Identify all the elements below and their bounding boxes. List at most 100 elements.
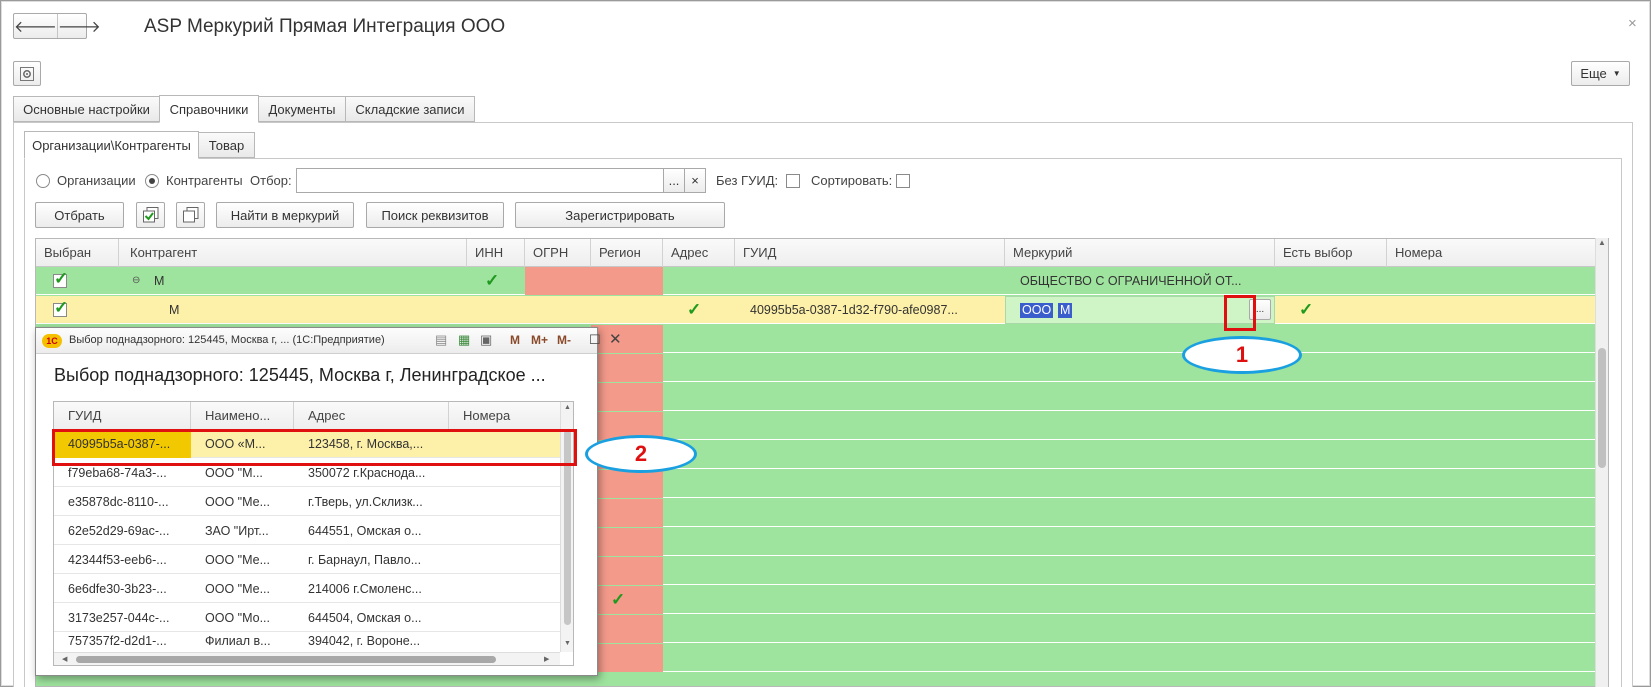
- list-item[interactable]: e35878dc-8110-... ООО "Ме... г.Тверь, ул…: [54, 488, 560, 516]
- settings-button[interactable]: [13, 61, 41, 86]
- prow-guid: 42344f53-eeb6-...: [68, 553, 167, 567]
- tab-directories[interactable]: Справочники: [159, 95, 259, 123]
- collapse-icon[interactable]: ⊖: [132, 267, 140, 295]
- grid-scrollbar[interactable]: ▲: [1595, 238, 1608, 687]
- col-contractor[interactable]: Контрагент: [119, 239, 467, 267]
- filter-clear-icon[interactable]: ×: [684, 168, 706, 193]
- tab-warehouse-records[interactable]: Складские записи: [345, 96, 475, 122]
- row-mercury: ОБЩЕСТВО С ОГРАНИЧЕННОЙ ОТ...: [1020, 274, 1242, 288]
- scroll-up-icon[interactable]: ▲: [564, 404, 571, 411]
- popup-titlebar: 1С Выбор поднадзорного: 125445, Москва г…: [36, 328, 622, 354]
- sort-checkbox[interactable]: [896, 174, 910, 188]
- tab-goods[interactable]: Товар: [198, 132, 255, 158]
- list-item[interactable]: 62e52d29-69ac-... ЗАО "Ирт... 644551, Ом…: [54, 517, 560, 545]
- tab-organizations-contractors[interactable]: Организации\Контрагенты: [24, 131, 199, 159]
- uncheck-all-button[interactable]: [176, 202, 205, 228]
- popup-close-icon[interactable]: ✕: [609, 330, 622, 348]
- address-check-icon: ✓: [687, 300, 702, 319]
- print-icon[interactable]: ▤: [435, 332, 447, 348]
- prow-address: 644551, Омская о...: [308, 524, 422, 538]
- popup-window-title: Выбор поднадзорного: 125445, Москва г, .…: [69, 334, 385, 346]
- no-guid-checkbox[interactable]: [786, 174, 800, 188]
- has-choice-check-icon: ✓: [1299, 300, 1314, 319]
- back-arrow-icon[interactable]: 🡐: [14, 14, 58, 38]
- region-cell: [591, 499, 663, 527]
- check-icon: ✓: [611, 590, 626, 609]
- forward-arrow-icon[interactable]: 🡒: [58, 14, 101, 38]
- prow-name: Филиал в...: [205, 634, 271, 648]
- list-item[interactable]: 6e6dfe30-3b23-... ООО "Ме... 214006 г.См…: [54, 575, 560, 603]
- table-row-selected[interactable]: ✓ М ✓ 40995b5a-0387-1d32-f790-afe0987...…: [36, 296, 1597, 324]
- col-address[interactable]: Адрес: [663, 239, 735, 267]
- prow-guid: 6e6dfe30-3b23-...: [68, 582, 167, 596]
- col-numbers[interactable]: Номера: [1387, 239, 1597, 267]
- prow-name: ООО "Ме...: [205, 495, 271, 509]
- tab-documents[interactable]: Документы: [258, 96, 346, 122]
- radio-organizations[interactable]: [36, 174, 50, 188]
- scroll-down-icon[interactable]: ▼: [564, 640, 571, 647]
- row-checkbox[interactable]: ✓: [53, 298, 68, 317]
- radio-organizations-label: Организации: [57, 173, 136, 188]
- more-button[interactable]: Еще ▼: [1571, 61, 1630, 86]
- row-contractor: М: [169, 303, 180, 317]
- col-mercury[interactable]: Меркурий: [1005, 239, 1275, 267]
- search-requisites-button[interactable]: Поиск реквизитов: [366, 202, 504, 228]
- row-checkbox[interactable]: ✓: [53, 269, 68, 288]
- memory-m-button[interactable]: M: [510, 333, 520, 347]
- gear-icon: [20, 66, 34, 81]
- scroll-thumb[interactable]: [1598, 348, 1606, 468]
- region-cell: [591, 383, 663, 411]
- check-all-button[interactable]: [136, 202, 165, 228]
- filter-choose-button[interactable]: ...: [663, 168, 685, 193]
- scroll-right-icon[interactable]: ▶: [544, 655, 549, 663]
- col-guid[interactable]: ГУИД: [735, 239, 1005, 267]
- pcol-guid[interactable]: ГУИД: [54, 402, 191, 430]
- highlight-box-1: [1224, 295, 1256, 331]
- region-cell: [591, 644, 663, 672]
- maximize-icon[interactable]: ☐: [589, 332, 601, 348]
- select-button[interactable]: Отбрать: [35, 202, 124, 228]
- calculator-icon[interactable]: ▦: [458, 332, 470, 348]
- col-inn[interactable]: ИНН: [467, 239, 525, 267]
- pcol-numbers[interactable]: Номера: [449, 402, 560, 430]
- popup-hscroll-thumb[interactable]: [76, 656, 496, 663]
- grid-header: Выбран Контрагент ИНН ОГРН Регион Адрес …: [36, 239, 1608, 267]
- pcol-address[interactable]: Адрес: [294, 402, 449, 430]
- col-region[interactable]: Регион: [591, 239, 663, 267]
- col-selected[interactable]: Выбран: [36, 239, 119, 267]
- memory-minus-button[interactable]: M-: [557, 333, 571, 347]
- region-cell: [591, 470, 663, 498]
- filter-label: Отбор:: [250, 173, 292, 188]
- pcol-name[interactable]: Наимено...: [191, 402, 294, 430]
- annotation-2: 2: [585, 435, 697, 473]
- col-ogrn[interactable]: ОГРН: [525, 239, 591, 267]
- uncheck-all-icon: [182, 207, 198, 223]
- filter-input[interactable]: [296, 168, 664, 193]
- popup-grid-header: ГУИД Наимено... Адрес Номера: [54, 402, 560, 430]
- list-item[interactable]: 42344f53-eeb6-... ООО "Ме... г. Барнаул,…: [54, 546, 560, 574]
- app-title: ASP Меркурий Прямая Интеграция ООО: [144, 16, 506, 37]
- scroll-up-icon[interactable]: ▲: [1598, 238, 1606, 247]
- tab-main-settings[interactable]: Основные настройки: [13, 96, 160, 122]
- chevron-down-icon: ▼: [1612, 69, 1621, 78]
- table-row[interactable]: ✓ ⊖ М ✓ ОБЩЕСТВО С ОГРАНИЧЕННОЙ ОТ...: [36, 267, 1597, 295]
- scroll-left-icon[interactable]: ◀: [62, 655, 67, 663]
- calendar-icon[interactable]: ▣: [480, 332, 492, 348]
- row-guid: 40995b5a-0387-1d32-f790-afe0987...: [750, 303, 958, 317]
- list-item[interactable]: 757357f2-d2d1-... Филиал в... 394042, г.…: [54, 633, 560, 653]
- col-has-choice[interactable]: Есть выбор: [1275, 239, 1387, 267]
- find-in-mercury-button[interactable]: Найти в меркурий: [216, 202, 354, 228]
- region-cell: [591, 354, 663, 382]
- region-cell: [591, 557, 663, 585]
- memory-plus-button[interactable]: M+: [531, 333, 548, 347]
- prow-guid: e35878dc-8110-...: [68, 495, 169, 509]
- prow-guid: 757357f2-d2d1-...: [68, 634, 167, 648]
- close-icon[interactable]: ×: [1628, 15, 1637, 32]
- annotation-1: 1: [1182, 336, 1302, 374]
- radio-contractors[interactable]: [145, 174, 159, 188]
- popup-hscroll[interactable]: ◀ ▶: [54, 652, 560, 665]
- checkmark-icon: ✓: [54, 298, 69, 317]
- popup-heading: Выбор поднадзорного: 125445, Москва г, Л…: [54, 365, 546, 385]
- region-cell: [591, 325, 663, 353]
- register-button[interactable]: Зарегистрировать: [515, 202, 725, 228]
